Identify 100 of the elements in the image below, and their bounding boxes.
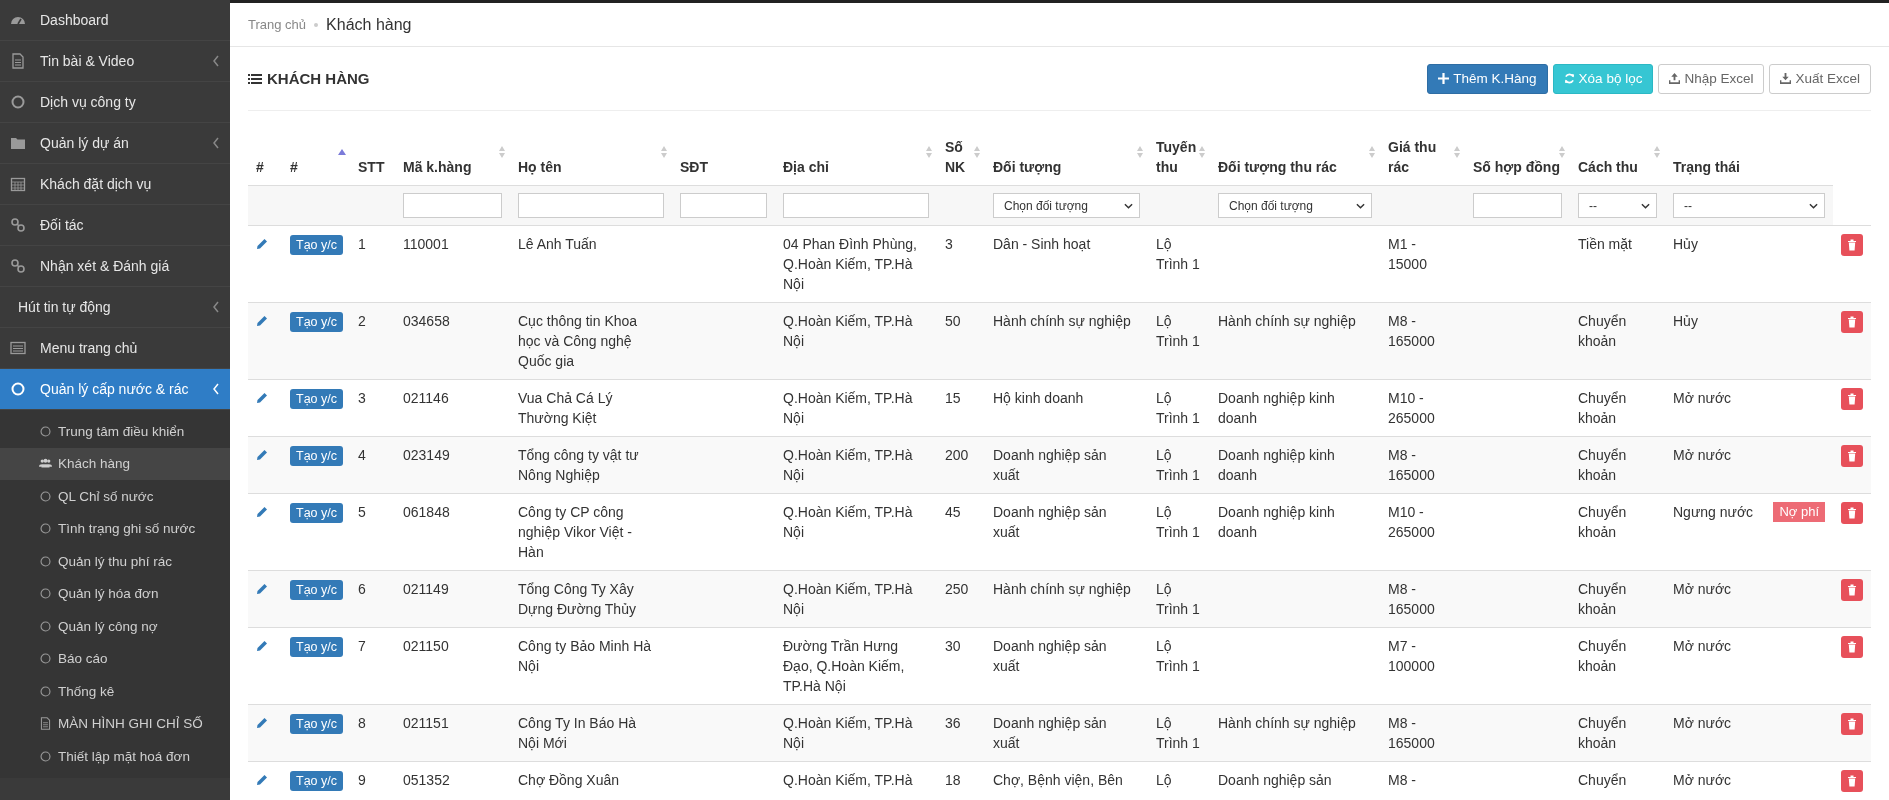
list-icon [10,340,26,356]
filter-field[interactable] [1473,193,1562,218]
table-cell: 6 [358,581,366,597]
create-request-button[interactable]: Tạo y/c [290,446,343,466]
table-cell: Doanh nghiệp kinh doanh [1218,447,1335,483]
create-request-button[interactable]: Tạo y/c [290,503,343,523]
filter-dropdown[interactable]: Chọn đối tượng [1218,193,1372,218]
table-cell: Hành chính sự nghiệp [1218,715,1356,731]
create-request-button[interactable]: Tạo y/c [290,389,343,409]
delete-button[interactable] [1841,713,1863,735]
create-request-button[interactable]: Tạo y/c [290,580,343,600]
column-header[interactable]: Địa chỉ [775,131,937,186]
delete-button[interactable] [1841,388,1863,410]
create-request-button[interactable]: Tạo y/c [290,235,343,255]
create-request-button[interactable]: Tạo y/c [290,312,343,332]
submenu-item[interactable]: Trung tâm điều khiển [0,415,230,448]
pencil-icon[interactable] [256,238,268,250]
submenu-item[interactable]: Quản lý thu phí rác [0,545,230,578]
submenu-item[interactable]: Thống kê [0,675,230,708]
submenu-item[interactable]: QL Chỉ số nước [0,480,230,513]
filter-field[interactable] [403,193,502,218]
delete-button[interactable] [1841,445,1863,467]
filter-dropdown[interactable]: -- [1673,193,1825,218]
column-header[interactable]: Mã k.hàng [395,131,510,186]
filter-dropdown[interactable]: Chọn đối tượng [993,193,1140,218]
submenu-item[interactable]: Báo cáo [0,642,230,675]
calendar-icon [10,176,26,192]
table-cell: M8 - 165000 [1388,313,1435,349]
sidebar-item[interactable]: Quản lý dự án [0,123,230,164]
column-header[interactable]: STT [350,131,395,186]
table-cell: Q.Hoàn Kiếm, TP.Hà Nội [783,390,913,426]
column-header[interactable]: Số hợp đồng [1465,131,1570,186]
trash-icon [1847,393,1857,405]
table-cell: Chuyển khoản [1578,313,1627,349]
table-cell: Doanh nghiệp sản xuất [993,638,1107,674]
submenu-item[interactable]: MÀN HÌNH GHI CHỈ SỐ [0,707,230,740]
trash-icon [1847,450,1857,462]
sidebar-item[interactable]: Khách đặt dịch vụ [0,164,230,205]
column-header[interactable]: SĐT [672,131,775,186]
column-header[interactable]: Đối tượng [985,131,1148,186]
table-cell: M7 - 100000 [1388,638,1435,674]
debt-badge: Nợ phí [1773,502,1825,522]
column-header[interactable]: Cách thu [1570,131,1665,186]
submenu-item[interactable]: Quản lý công nợ [0,610,230,643]
create-request-button[interactable]: Tạo y/c [290,637,343,657]
sidebar-item[interactable]: Tin bài & Video [0,41,230,82]
sidebar-item[interactable]: Quản lý cấp nước & rác [0,369,230,410]
column-header[interactable]: # [282,131,350,186]
pencil-icon[interactable] [256,717,268,729]
pencil-icon[interactable] [256,774,268,786]
table-cell: Chuyển khoản [1578,638,1627,674]
column-header[interactable]: # [248,131,282,186]
toolbar-button[interactable]: Xuất Excel [1769,63,1871,94]
table-cell: Chuyển [1578,772,1627,788]
column-header[interactable]: Giá thu rác [1380,131,1465,186]
table-cell-text: Mở nước [1673,637,1732,656]
pencil-icon[interactable] [256,583,268,595]
delete-button[interactable] [1841,636,1863,658]
column-header[interactable]: Tuyến thu [1148,131,1210,186]
table-cell-text: Mở nước [1673,714,1732,733]
filter-field[interactable] [518,193,664,218]
delete-button[interactable] [1841,579,1863,601]
table-cell: M8 - 165000 [1388,581,1435,617]
delete-button[interactable] [1841,770,1863,792]
delete-button[interactable] [1841,234,1863,256]
table-cell: Công ty CP công nghiệp Vikor Việt - Hàn [518,504,632,560]
table-cell: 021151 [403,715,449,731]
submenu-item[interactable]: Quản lý hóa đơn [0,577,230,610]
pencil-icon[interactable] [256,315,268,327]
filter-dropdown[interactable]: -- [1578,193,1657,218]
table-cell: Vua Chả Cá Lý Thường Kiệt [518,390,613,426]
pencil-icon[interactable] [256,506,268,518]
column-header[interactable]: Số NK [937,131,985,186]
column-header[interactable]: Đối tượng thu rác [1210,131,1380,186]
pencil-icon[interactable] [256,392,268,404]
table-cell: Lộ Trình 1 [1156,313,1200,349]
table-cell: M10 - 265000 [1388,504,1435,540]
table-cell: 021150 [403,638,449,654]
table-cell: Hành chính sự nghiệp [993,313,1131,329]
table-cell: 9 [358,772,366,788]
pencil-icon[interactable] [256,449,268,461]
delete-button[interactable] [1841,502,1863,524]
breadcrumb-link[interactable]: Trang chủ [248,17,307,32]
pencil-icon[interactable] [256,640,268,652]
toolbar-button[interactable]: Thêm K.Hàng [1427,63,1548,94]
toolbar-button[interactable]: Nhập Excel [1658,63,1765,94]
table-cell: Q.Hoàn Kiếm, TP.Hà Nội [783,504,913,540]
delete-button[interactable] [1841,311,1863,333]
table-cell: 250 [945,581,969,597]
create-request-button[interactable]: Tạo y/c [290,714,343,734]
submenu-item[interactable]: Khách hàng [0,447,230,480]
table-cell-text: Mở nước [1673,446,1732,465]
create-request-button[interactable]: Tạo y/c [290,771,343,791]
plus-icon [1438,73,1450,84]
column-header[interactable]: Họ tên [510,131,672,186]
submenu-item[interactable]: Thiết lập mặt hoá đơn [0,740,230,773]
filter-field[interactable] [680,193,767,218]
submenu-item[interactable]: Tình trạng ghi số nước [0,512,230,545]
trash-icon [1847,239,1857,251]
filter-field[interactable] [783,193,929,218]
